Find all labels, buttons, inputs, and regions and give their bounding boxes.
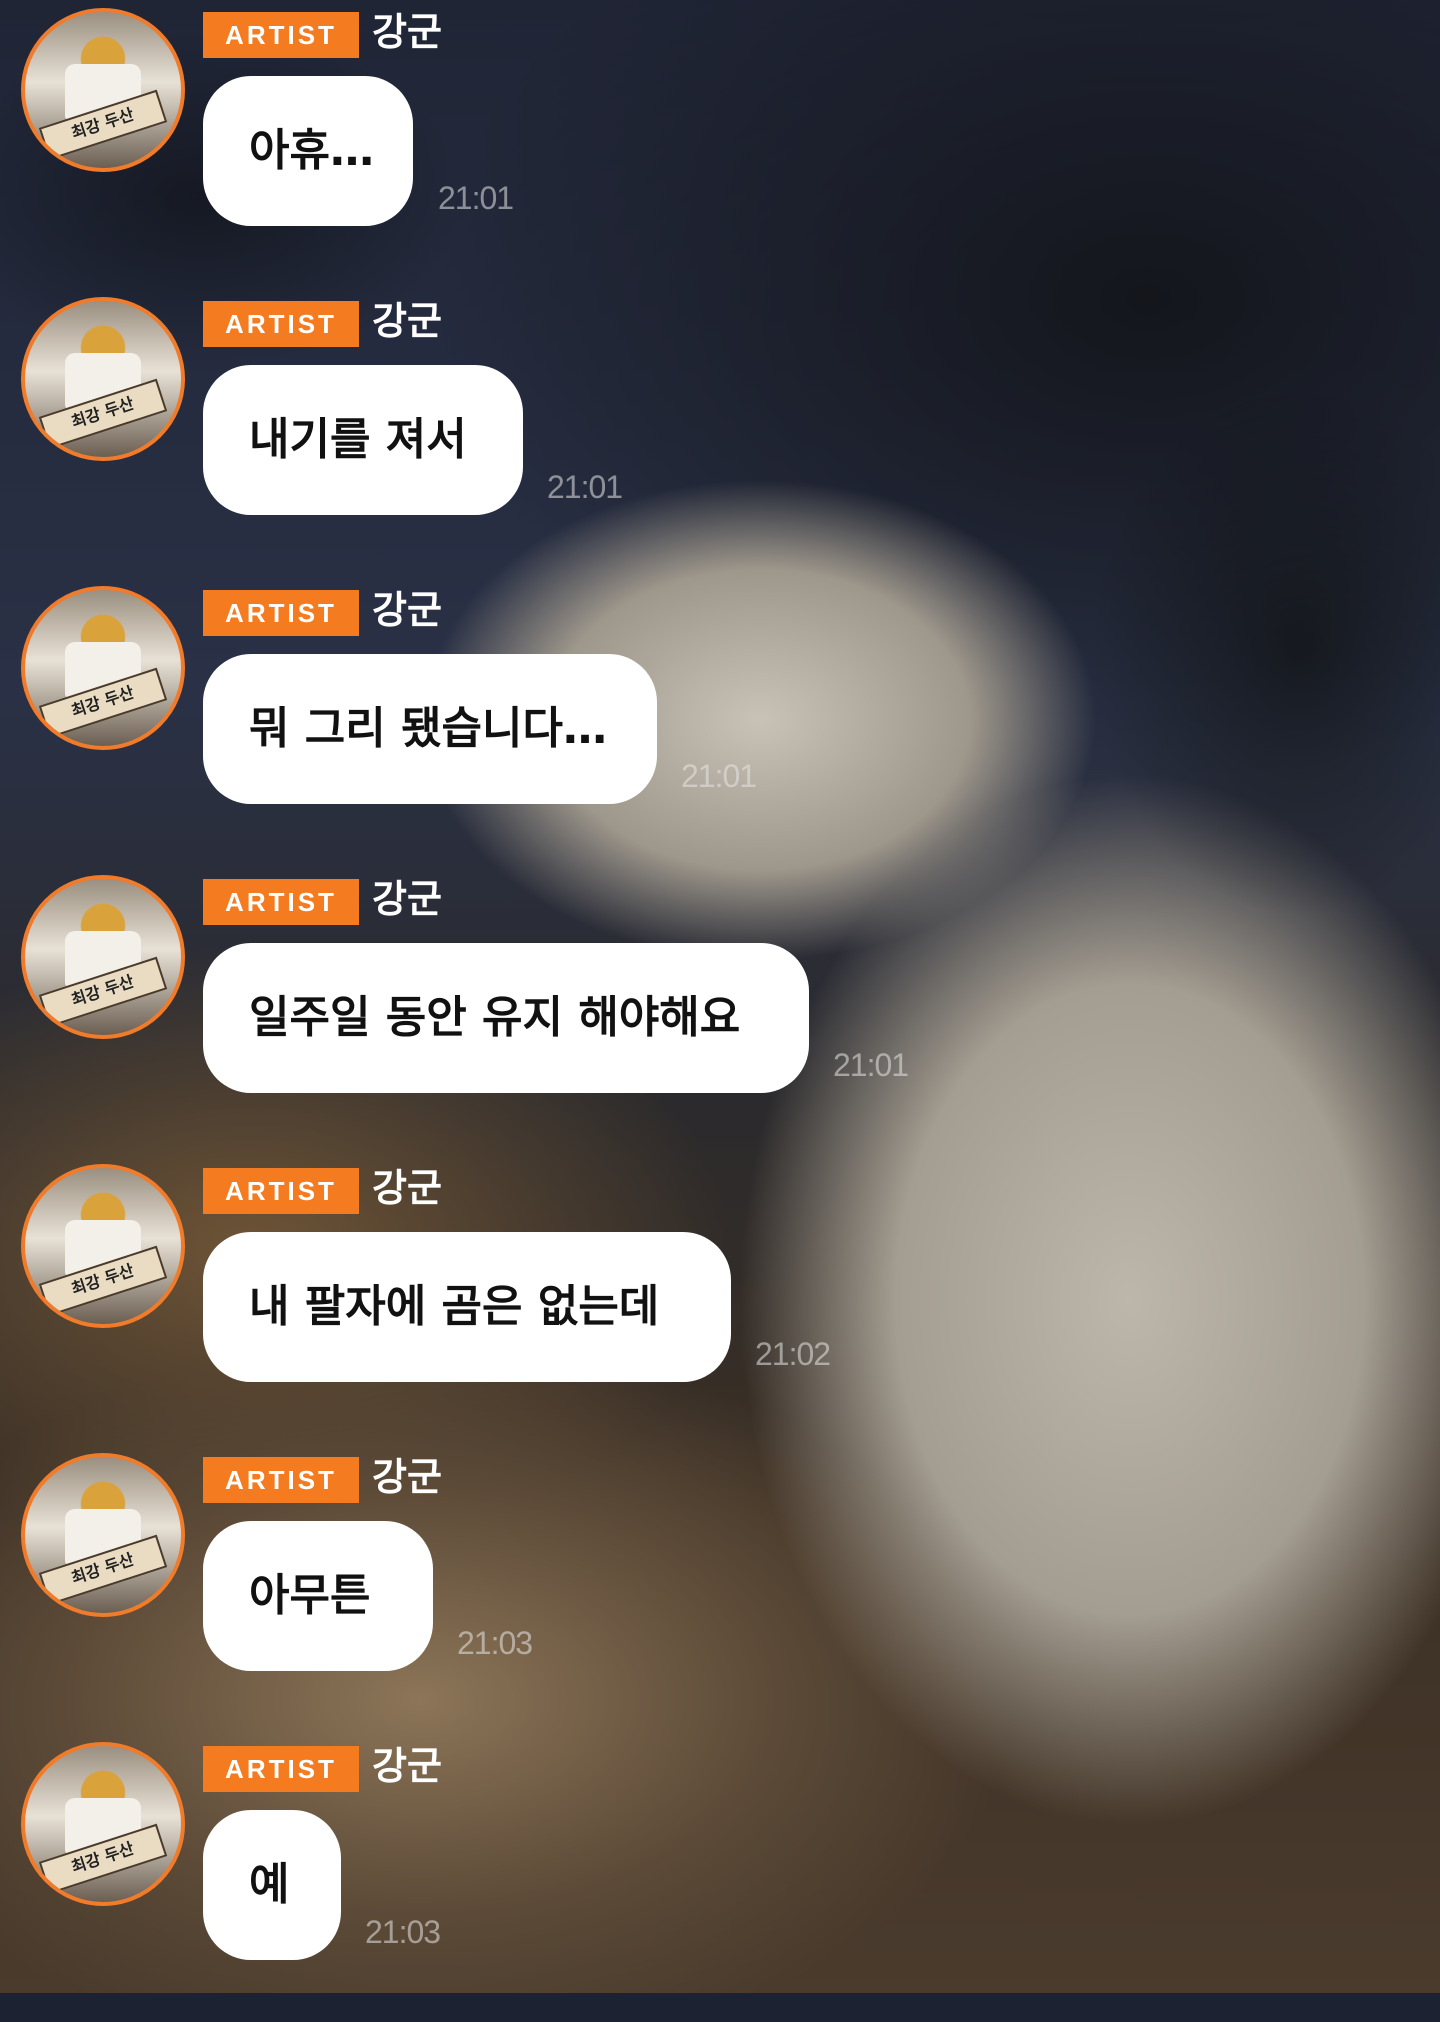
avatar[interactable]: 최강 두산 — [21, 586, 185, 750]
chat-message: 최강 두산 ARTIST 강군 뭐 그리 됐습니다… 21:01 — [0, 578, 1440, 866]
message-bubble: 예 — [203, 1810, 341, 1960]
message-bubble: 내기를 져서 — [203, 365, 523, 515]
sender-name: 강군 — [372, 1166, 442, 1210]
sender-name: 강군 — [372, 1744, 442, 1788]
message-time: 21:03 — [457, 1625, 533, 1661]
message-bubble: 내 팔자에 곰은 없는데 — [203, 1232, 731, 1382]
chat-message: 최강 두산 ARTIST 강군 일주일 동안 유지 해야해요 21:01 — [0, 867, 1440, 1155]
artist-badge: ARTIST — [203, 1168, 359, 1214]
message-time: 21:01 — [681, 758, 757, 794]
message-time: 21:02 — [755, 1336, 831, 1372]
avatar[interactable]: 최강 두산 — [21, 1453, 185, 1617]
avatar[interactable]: 최강 두산 — [21, 1742, 185, 1906]
artist-badge: ARTIST — [203, 1746, 359, 1792]
message-bubble: 아휴… — [203, 76, 413, 226]
message-bubble: 뭐 그리 됐습니다… — [203, 654, 657, 804]
artist-badge: ARTIST — [203, 590, 359, 636]
message-time: 21:01 — [833, 1047, 909, 1083]
artist-badge: ARTIST — [203, 879, 359, 925]
message-bubble: 아무튼 — [203, 1521, 433, 1671]
message-bubble: 일주일 동안 유지 해야해요 — [203, 943, 809, 1093]
message-time: 21:01 — [547, 469, 623, 505]
sender-name: 강군 — [372, 1455, 442, 1499]
message-time: 21:03 — [365, 1914, 441, 1950]
chat-message: 최강 두산 ARTIST 강군 내기를 져서 21:01 — [0, 289, 1440, 577]
avatar[interactable]: 최강 두산 — [21, 297, 185, 461]
message-time: 21:01 — [438, 180, 514, 216]
avatar[interactable]: 최강 두산 — [21, 1164, 185, 1328]
artist-badge: ARTIST — [203, 1457, 359, 1503]
sender-name: 강군 — [372, 299, 442, 343]
chat-message: 최강 두산 ARTIST 강군 예 21:03 — [0, 1734, 1440, 2022]
sender-name: 강군 — [372, 10, 442, 54]
artist-badge: ARTIST — [203, 12, 359, 58]
chat-message: 최강 두산 ARTIST 강군 내 팔자에 곰은 없는데 21:02 — [0, 1156, 1440, 1444]
sender-name: 강군 — [372, 588, 442, 632]
sender-name: 강군 — [372, 877, 442, 921]
chat-message: 최강 두산 ARTIST 강군 아휴… 21:01 — [0, 0, 1440, 288]
artist-badge: ARTIST — [203, 301, 359, 347]
chat-message: 최강 두산 ARTIST 강군 아무튼 21:03 — [0, 1445, 1440, 1733]
avatar[interactable]: 최강 두산 — [21, 875, 185, 1039]
avatar[interactable]: 최강 두산 — [21, 8, 185, 172]
